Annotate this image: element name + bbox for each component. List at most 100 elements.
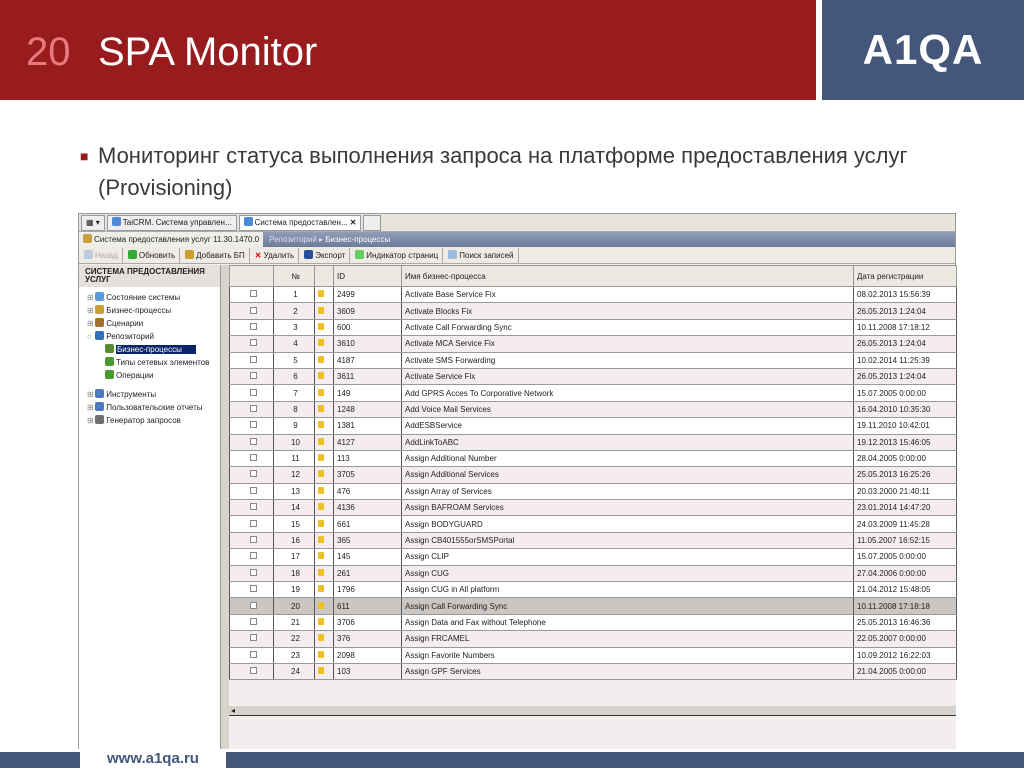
row-checkbox[interactable] (229, 581, 274, 599)
row-checkbox[interactable] (229, 647, 274, 664)
checkbox-icon[interactable] (249, 454, 257, 462)
back-button[interactable]: Назад (82, 247, 123, 263)
checkbox-icon[interactable] (249, 372, 257, 380)
column-header-name[interactable]: Имя бизнес-процесса (401, 265, 854, 287)
checkbox-icon[interactable] (249, 388, 257, 396)
sidebar-item[interactable]: ⊞ Бизнес-процессы (79, 304, 220, 317)
checkbox-icon[interactable] (249, 519, 257, 527)
checkbox-icon[interactable] (249, 650, 257, 658)
expand-icon[interactable]: ⊞ (87, 304, 94, 317)
add-bp-button[interactable]: Добавить БП (183, 247, 250, 263)
table-row[interactable]: 8 1248 Add Voice Mail Services 16.04.2010 1… (229, 401, 957, 419)
checkbox-icon[interactable] (249, 421, 257, 429)
export-button[interactable]: Экспорт (302, 247, 351, 263)
row-checkbox[interactable] (229, 352, 274, 369)
expand-icon[interactable]: ⊞ (87, 291, 94, 304)
close-icon[interactable]: ✕ (350, 218, 357, 227)
row-checkbox[interactable] (229, 597, 274, 615)
checkbox-icon[interactable] (249, 503, 257, 511)
row-checkbox[interactable] (229, 286, 274, 304)
table-row[interactable]: 11 113 Assign Additional Number 28.04.2005 … (229, 450, 957, 468)
row-checkbox[interactable] (229, 499, 274, 517)
row-checkbox[interactable] (229, 565, 274, 583)
sidebar-item[interactable]: Типы сетевых элементов (79, 356, 220, 369)
expand-icon[interactable]: ⊞ (87, 401, 94, 414)
table-row[interactable]: 17 145 Assign CLIP 15.07.2005 0:00:00 (229, 548, 957, 566)
table-row[interactable]: 18 261 Assign CUG 27.04.2006 0:00:00 (229, 565, 957, 583)
column-header-date[interactable]: Дата регистрации (853, 265, 957, 287)
row-checkbox[interactable] (229, 630, 274, 648)
row-checkbox[interactable] (229, 368, 274, 386)
sidebar-item[interactable]: ⊞ Состояние системы (79, 291, 220, 304)
checkbox-icon[interactable] (249, 601, 257, 609)
checkbox-icon[interactable] (249, 322, 257, 330)
table-row[interactable]: 6 3611 Activate Service Fix 26.05.2013 1:24… (229, 368, 957, 386)
table-row[interactable]: 24 103 Assign GPF Services 21.04.2005 0:00:… (229, 663, 957, 681)
row-checkbox[interactable] (229, 466, 274, 484)
table-row[interactable]: 22 376 Assign FRCAMEL 22.05.2007 0:00:00 (229, 630, 957, 648)
checkbox-icon[interactable] (249, 634, 257, 642)
sidebar-item[interactable]: ⊞ Инструменты (79, 388, 220, 401)
table-row[interactable]: 21 3706 Assign Data and Fax without Teleph… (229, 614, 957, 632)
refresh-button[interactable]: Обновить (126, 247, 181, 263)
search-records-button[interactable]: Поиск записей (446, 247, 519, 263)
sidebar-item[interactable]: ⊞ Сценарии (79, 317, 220, 330)
row-checkbox[interactable] (229, 450, 274, 468)
row-checkbox[interactable] (229, 319, 274, 337)
column-header-number[interactable]: № (273, 265, 315, 287)
breadcrumb-item[interactable]: Репозиторий (269, 235, 317, 244)
page-indicator-button[interactable]: Индикатор страниц (353, 247, 444, 263)
table-row[interactable]: 19 1796 Assign CUG in All platform 21.04.20… (229, 581, 957, 599)
row-checkbox[interactable] (229, 515, 274, 533)
checkbox-icon[interactable] (249, 404, 257, 412)
row-checkbox[interactable] (229, 663, 274, 681)
checkbox-icon[interactable] (249, 552, 257, 560)
new-tab-button[interactable] (363, 214, 382, 231)
row-checkbox[interactable] (229, 384, 274, 402)
checkbox-icon[interactable] (249, 290, 257, 298)
table-row[interactable]: 5 4187 Activate SMS Forwarding 10.02.2014 1… (229, 352, 957, 369)
browser-tab-active[interactable]: Система предоставлен... ✕ (238, 214, 362, 231)
sidebar-item[interactable]: ○ Репозиторий (79, 330, 220, 343)
checkbox-icon[interactable] (249, 339, 257, 347)
sidebar-item[interactable]: Операции (79, 369, 220, 382)
table-row[interactable]: 16 365 Assign CB401555orSMSPortal 11.05.200… (229, 532, 957, 550)
row-checkbox[interactable] (229, 614, 274, 632)
checkbox-icon[interactable] (249, 585, 257, 593)
checkbox-icon[interactable] (249, 618, 257, 625)
checkbox-icon[interactable] (249, 437, 257, 445)
checkbox-icon[interactable] (249, 536, 257, 544)
row-checkbox[interactable] (229, 548, 274, 566)
table-row[interactable]: 12 3705 Assign Additional Services 25.05.20… (229, 466, 957, 484)
checkbox-icon[interactable] (249, 470, 257, 478)
row-checkbox[interactable] (229, 434, 274, 451)
table-row[interactable]: 7 149 Add GPRS Acces To Corporative Networ… (229, 384, 957, 402)
checkbox-icon[interactable] (249, 306, 257, 314)
table-row[interactable]: 13 476 Assign Array of Services 20.03.2000 … (229, 483, 957, 501)
sidebar-item[interactable]: Бизнес-процессы (79, 343, 220, 356)
select-column-header[interactable] (229, 265, 274, 287)
sidebar-item[interactable]: ⊞ Генератор запросов (79, 414, 220, 427)
checkbox-icon[interactable] (249, 486, 257, 494)
table-row[interactable]: 1 2499 Activate Base Service Fix 08.02.2013… (229, 286, 957, 304)
row-checkbox[interactable] (229, 483, 274, 501)
tab-menu-button[interactable]: ▦ ▾ (81, 214, 105, 231)
table-row[interactable]: 4 3610 Activate MCA Service Fix 26.05.2013 … (229, 335, 957, 353)
table-row[interactable]: 14 4136 Assign BAFROAM Services 23.01.2014 … (229, 499, 957, 517)
row-checkbox[interactable] (229, 532, 274, 550)
lock-column-header[interactable] (314, 265, 334, 287)
checkbox-icon[interactable] (249, 667, 257, 675)
expand-icon[interactable]: ○ (87, 330, 93, 343)
delete-button[interactable]: ✕ Удалить (253, 247, 300, 263)
table-row[interactable]: 20 611 Assign Call Forwarding Sync 10.11.20… (229, 597, 957, 615)
horizontal-scrollbar[interactable]: ◂ (229, 706, 956, 716)
scroll-left-arrow[interactable]: ◂ (229, 706, 235, 715)
splitter-handle[interactable] (221, 265, 229, 749)
row-checkbox[interactable] (229, 417, 274, 435)
row-checkbox[interactable] (229, 335, 274, 353)
table-row[interactable]: 9 1381 AddESBService 19.11.2010 10:42:01 (229, 417, 957, 435)
table-row[interactable]: 10 4127 AddLinkToABC 19.12.2013 15:46:05 (229, 434, 957, 451)
checkbox-icon[interactable] (249, 568, 257, 576)
expand-icon[interactable]: ⊞ (87, 414, 94, 427)
sidebar-item[interactable]: ⊞ Пользовательские отчеты (79, 401, 220, 414)
